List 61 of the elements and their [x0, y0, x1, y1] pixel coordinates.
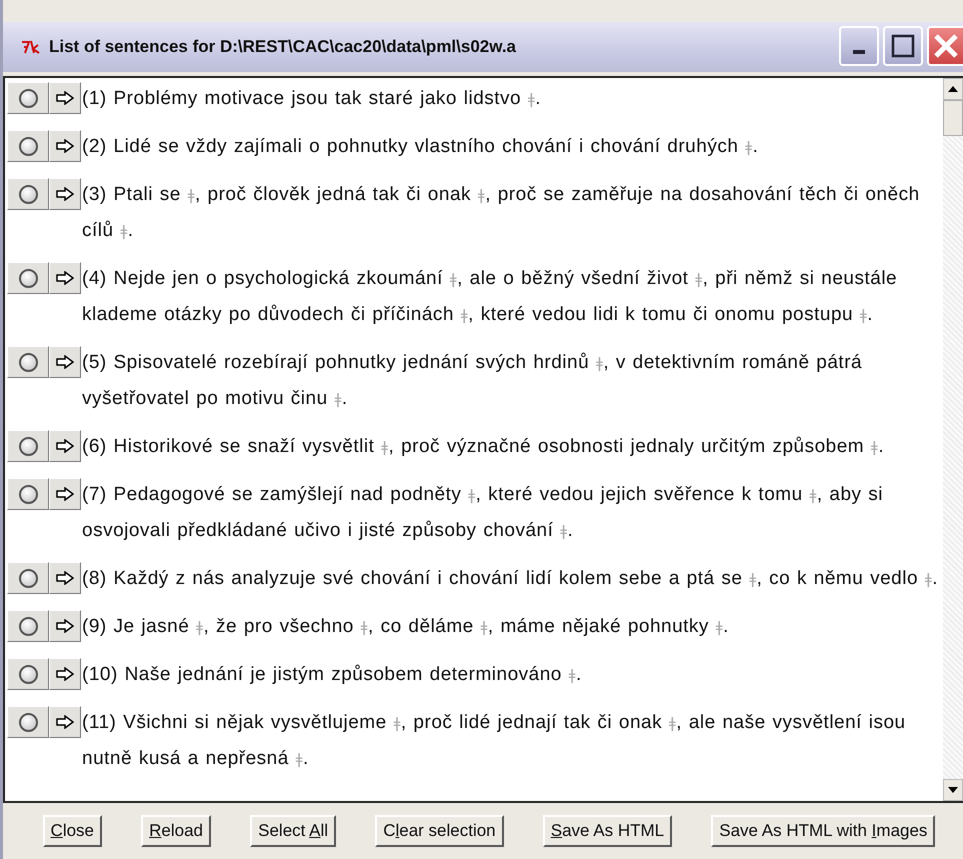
sentence-text: (9) Je jasné ǂ, že pro všechno ǂ, co děláme ǂ, máme nějaké pohnutky ǂ.	[82, 615, 729, 639]
select-button[interactable]	[7, 562, 49, 594]
go-button[interactable]	[49, 82, 81, 114]
sentence-text: (2) Lidé se vždy zajímali o pohnutky vlastního chování i chování druhých ǂ.	[82, 135, 758, 159]
arrow-right-icon	[56, 139, 74, 153]
sentence-text: (7) Pedagogové se zamýšlejí nad podněty ǂ, které vedou jejich svěřence k tomu ǂ, aby si osvojovali předkládané učivo i jisté způsoby chování ǂ.	[82, 483, 884, 543]
action-button[interactable]: Reload	[141, 815, 212, 847]
sentence-text: (8) Každý z nás analyzuje své chování i chování lidí kolem sebe a ptá se ǂ, co k němu vedlo ǂ.	[82, 567, 938, 591]
arrow-right-icon	[56, 715, 74, 729]
action-button[interactable]: Save As HTML	[542, 815, 672, 847]
go-button[interactable]	[49, 178, 81, 210]
select-button[interactable]	[7, 610, 49, 642]
go-button[interactable]	[49, 706, 81, 738]
select-button[interactable]	[7, 262, 49, 294]
arrow-right-icon	[56, 91, 74, 105]
select-button[interactable]	[7, 658, 49, 690]
maximize-icon	[891, 34, 915, 58]
select-button[interactable]	[7, 178, 49, 210]
select-button[interactable]	[7, 82, 49, 114]
close-button[interactable]	[927, 26, 963, 66]
go-button[interactable]	[49, 658, 81, 690]
sentence-text: (6) Historikové se snaží vysvětlit ǂ, proč význačné osobnosti jednaly určitým způsobem ǂ.	[82, 435, 884, 459]
sentence-text: (10) Naše jednání je jistým způsobem determinováno ǂ.	[82, 663, 582, 687]
sentence-text: (5) Spisovatelé rozebírají pohnutky jednání svých hrdinů ǂ, v detektivním románě pátrá vyšetřovatel po motivu činu ǂ.	[82, 351, 864, 411]
maximize-button[interactable]	[883, 26, 923, 66]
arrow-right-icon	[56, 187, 74, 201]
window-title: List of sentences for D:\REST\CAC\cac20\data\pml\s02w.a	[49, 37, 518, 57]
arrow-right-icon	[56, 487, 74, 501]
arrow-right-icon	[56, 667, 74, 681]
action-button[interactable]: Close	[42, 815, 102, 847]
select-button[interactable]	[7, 706, 49, 738]
arrow-right-icon	[56, 439, 74, 453]
go-button[interactable]	[49, 562, 81, 594]
select-button[interactable]	[7, 478, 49, 510]
sentence-text: (11) Všichni si nějak vysvětlujeme ǂ, proč lidé jednají tak či onak ǂ, ale naše vysvětlení isou nutně kusá a nepřesná ǂ.	[82, 711, 907, 771]
action-button[interactable]: Save As HTML with Images	[711, 815, 936, 847]
go-button[interactable]	[49, 430, 81, 462]
go-button[interactable]	[49, 346, 81, 378]
arrow-right-icon	[56, 355, 74, 369]
go-button[interactable]	[49, 610, 81, 642]
sentence-text: (4) Nejde jen o psychologická zkoumání ǂ, ale o běžný všední život ǂ, při němž si neustále klademe otázky po důvodech či příčinách ǂ, které vedou lidi k tomu či onomu postupu ǂ.	[82, 267, 898, 327]
go-button[interactable]	[49, 478, 81, 510]
arrow-right-icon	[56, 619, 74, 633]
action-button[interactable]: Select All	[250, 815, 336, 847]
app-icon	[21, 40, 41, 54]
scroll-down-icon[interactable]	[948, 787, 958, 793]
go-button[interactable]	[49, 262, 81, 294]
arrow-right-icon	[56, 571, 74, 585]
select-button[interactable]	[7, 346, 49, 378]
close-icon	[933, 33, 959, 59]
select-button[interactable]	[7, 130, 49, 162]
select-button[interactable]	[7, 430, 49, 462]
scroll-up-icon[interactable]	[948, 86, 958, 92]
sentence-text: (3) Ptali se ǂ, proč člověk jedná tak či onak ǂ, proč se zaměřuje na dosahování těch či oněch cílů ǂ.	[82, 183, 921, 243]
action-button[interactable]: Clear selection	[375, 815, 504, 847]
arrow-right-icon	[56, 271, 74, 285]
scroll-thumb[interactable]	[943, 100, 963, 136]
minimize-icon	[853, 50, 865, 54]
go-button[interactable]	[49, 130, 81, 162]
sentence-text: (1) Problémy motivace jsou tak staré jako lidstvo ǂ.	[82, 87, 542, 111]
minimize-button[interactable]	[839, 26, 879, 66]
